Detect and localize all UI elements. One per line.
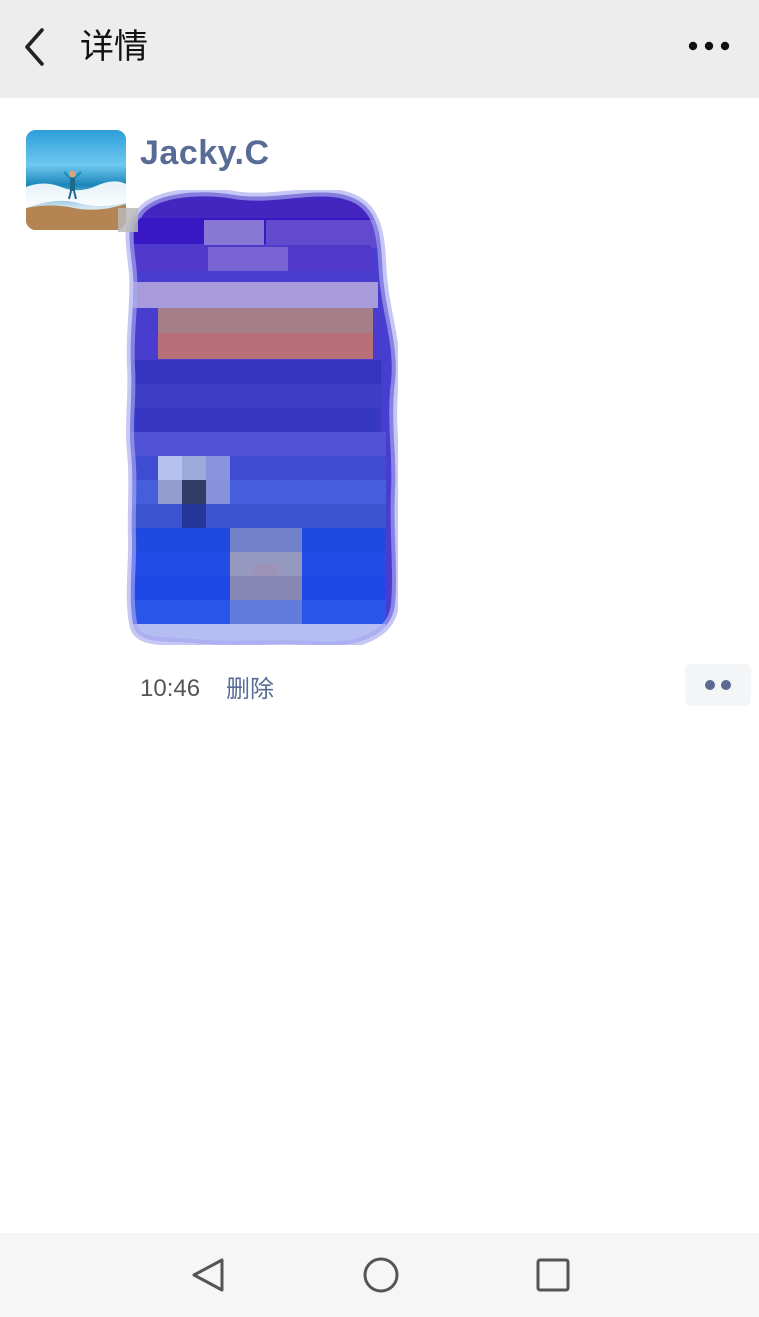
avatar[interactable] [26,130,126,230]
more-dots-icon [688,41,730,51]
system-recent-button[interactable] [530,1255,576,1295]
back-triangle-icon [192,1258,224,1292]
user-name[interactable]: Jacky.C [140,132,270,174]
back-button[interactable] [18,25,58,69]
post-image[interactable] [116,188,400,650]
delete-link[interactable]: 删除 [226,674,274,704]
page-title: 详情 [80,27,148,67]
home-circle-icon [363,1257,399,1293]
system-navigation-bar [0,1233,759,1317]
beach-avatar [26,130,126,230]
post-meta: 10:46 删除 [140,674,740,710]
system-home-button[interactable] [358,1255,404,1295]
moment-post: Jacky.C 10:46 删除 [0,98,759,1233]
system-back-button[interactable] [186,1255,232,1295]
recent-square-icon [536,1258,570,1292]
pixelated-image [118,188,400,650]
comment-like-dots-icon [721,680,731,690]
post-time: 10:46 [140,675,201,702]
comment-like-button[interactable] [685,664,751,706]
back-arrow-icon [25,28,44,66]
comment-like-dots-icon [705,680,715,690]
more-button[interactable] [687,38,731,54]
top-bar: 详情 [0,0,759,98]
